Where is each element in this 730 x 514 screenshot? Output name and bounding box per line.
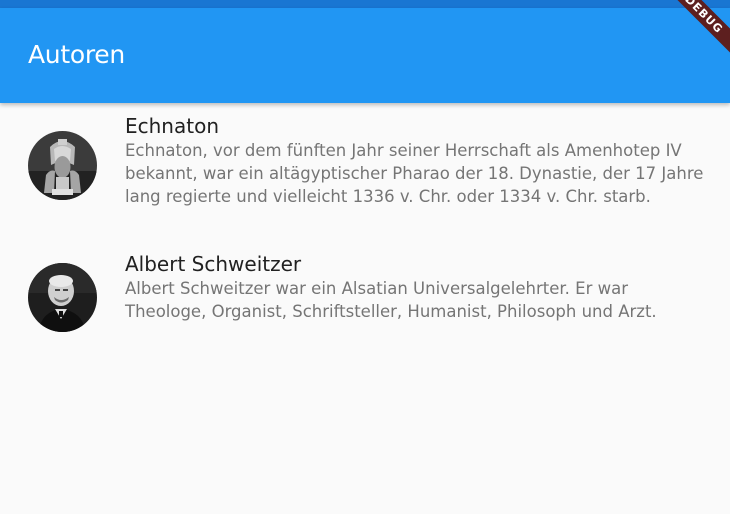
authors-list: Echnaton Echnaton, vor dem fünften Jahr … <box>0 111 730 361</box>
app-bar: Autoren <box>0 8 730 103</box>
author-name: Albert Schweitzer <box>125 252 302 276</box>
author-description: Albert Schweitzer war ein Alsatian Unive… <box>125 279 657 321</box>
app-screen: Autoren DEBUG Echnaton Echnaton, vor dem… <box>0 0 730 514</box>
author-description: Echnaton, vor dem fünften Jahr seiner He… <box>125 141 704 206</box>
albert-schweitzer-avatar <box>28 263 97 332</box>
list-item-albert-schweitzer[interactable]: Albert Schweitzer Albert Schweitzer war … <box>0 241 730 361</box>
portrait-photo-icon <box>28 263 97 332</box>
page-title: Autoren <box>28 40 125 69</box>
echnaton-text: Echnaton Echnaton, vor dem fünften Jahr … <box>125 113 705 208</box>
echnaton-avatar <box>28 131 97 200</box>
author-name: Echnaton <box>125 114 219 138</box>
pharaoh-bust-icon <box>28 131 97 200</box>
status-bar <box>0 0 730 8</box>
list-item-echnaton[interactable]: Echnaton Echnaton, vor dem fünften Jahr … <box>0 111 730 241</box>
albert-schweitzer-text: Albert Schweitzer Albert Schweitzer war … <box>125 251 705 323</box>
